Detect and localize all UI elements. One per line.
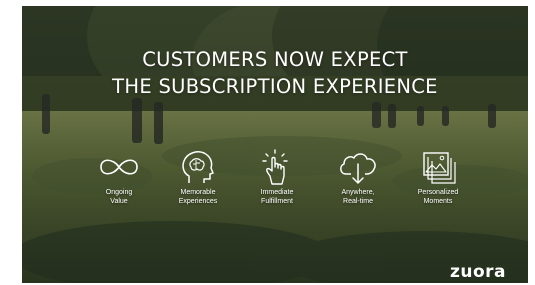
headline-line-1: CUSTOMERS NOW EXPECT xyxy=(142,48,408,71)
feature-anywhere-real-time: Anywhere, Real-time xyxy=(313,149,403,206)
feature-label: Anywhere, Real-time xyxy=(313,189,403,206)
feature-label: Immediate Fulfillment xyxy=(232,189,322,206)
infinity-icon xyxy=(100,159,138,175)
photo-stack-icon xyxy=(423,152,456,184)
headline-line-2: THE SUBSCRIPTION EXPERIENCE xyxy=(112,75,438,98)
feature-label-line-1: Memorable xyxy=(180,189,216,196)
feature-label: Memorable Experiences xyxy=(153,189,243,206)
feature-label: Personalized Moments xyxy=(393,189,483,206)
feature-memorable-experiences: Memorable Experiences xyxy=(153,149,243,206)
feature-label-line-2: Fulfillment xyxy=(261,197,293,205)
slide: CUSTOMERS NOW EXPECT THE SUBSCRIPTION EX… xyxy=(22,6,528,283)
feature-ongoing-value: Ongoing Value xyxy=(74,149,164,206)
hand-tap-icon xyxy=(262,149,288,185)
cloud-download-icon xyxy=(340,153,376,184)
feature-immediate-fulfillment: Immediate Fulfillment xyxy=(232,149,322,206)
feature-label-line-1: Personalized xyxy=(417,189,459,196)
head-brain-icon xyxy=(182,151,214,183)
feature-label-line-1: Immediate xyxy=(260,189,294,196)
headline: CUSTOMERS NOW EXPECT THE SUBSCRIPTION EX… xyxy=(22,46,528,100)
zuora-logo: zuora xyxy=(450,262,507,282)
feature-label-line-1: Ongoing xyxy=(105,189,133,196)
feature-personalized-moments: Personalized Moments xyxy=(393,149,483,206)
feature-label-line-2: Experiences xyxy=(178,197,218,205)
feature-label-line-2: Moments xyxy=(423,197,453,205)
feature-label-line-2: Real-time xyxy=(343,197,373,205)
feature-label-line-1: Anywhere, xyxy=(341,189,375,196)
feature-label: Ongoing Value xyxy=(74,189,164,206)
feature-label-line-2: Value xyxy=(110,197,128,205)
